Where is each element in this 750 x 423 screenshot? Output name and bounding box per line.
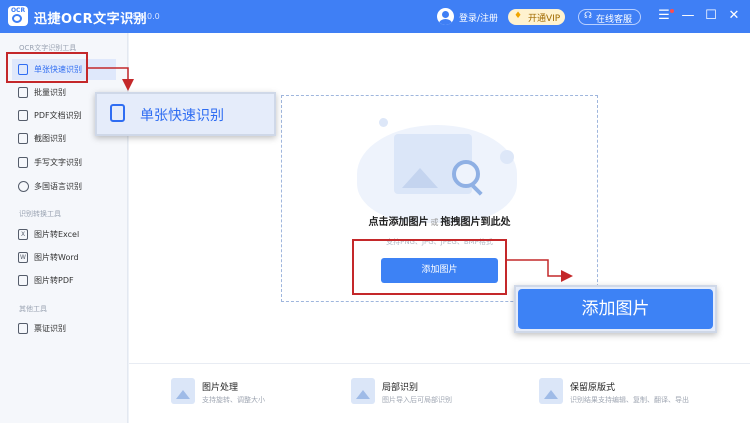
headset-icon: ☊ [584, 11, 592, 21]
user-avatar-icon[interactable] [437, 8, 454, 25]
feature-title: 图片处理 [202, 383, 239, 393]
feature-desc: 识别结果支持编辑、复制、翻译、导出 [570, 396, 689, 404]
sidebar-item-ticket[interactable]: 票证识别 [12, 318, 116, 339]
partial-select-icon [351, 378, 375, 404]
layout-icon [539, 378, 563, 404]
magnifier-icon [452, 160, 480, 188]
maximize-icon[interactable]: ☐ [703, 8, 719, 24]
image-process-icon [171, 378, 195, 404]
diamond-icon: ♦ [514, 11, 523, 21]
callout-label: 单张快速识别 [140, 108, 224, 124]
sidebar-item-excel[interactable]: X 图片转Excel [12, 224, 116, 245]
globe-icon [18, 181, 29, 192]
app-version: v8.6.0.0 [127, 12, 160, 21]
sidebar-item-label: 批量识别 [34, 88, 66, 97]
sidebar-item-label: 图片转PDF [34, 276, 74, 285]
drop-title-drag: 拖拽图片到此处 [440, 217, 511, 228]
feature-desc: 支持旋转、调整大小 [202, 396, 265, 404]
logo-ring-icon [12, 14, 22, 23]
word-icon: W [18, 252, 28, 263]
feature-desc: 图片导入后可局部识别 [382, 396, 452, 404]
logo-text: OCR [10, 7, 26, 14]
pdf-doc-icon [18, 110, 28, 121]
drop-title: 点击添加图片或拖拽图片到此处 [281, 213, 598, 228]
vip-label: 开通VIP [528, 14, 561, 24]
sidebar-item-multilang[interactable]: 多国语言识别 [12, 176, 116, 197]
batch-icon [18, 87, 28, 98]
handwriting-icon [18, 157, 28, 168]
sidebar-item-label: 截图识别 [34, 134, 66, 143]
app-logo: OCR [8, 6, 28, 26]
notification-dot [670, 9, 674, 13]
sidebar-item-handwriting[interactable]: 手写文字识别 [12, 152, 116, 173]
title-bar: OCR 迅捷OCR文字识别 v8.6.0.0 登录/注册 ♦ 开通VIP ☊ 在… [0, 0, 750, 33]
sidebar-item-topdf[interactable]: 图片转PDF [12, 270, 116, 291]
sidebar-item-word[interactable]: W 图片转Word [12, 247, 116, 268]
crop-icon [18, 133, 28, 144]
section-title-other: 其他工具 [19, 305, 47, 313]
drop-title-or: 或 [430, 218, 439, 227]
highlight-box-add [352, 239, 507, 295]
callout-add-button: 添加图片 [518, 289, 713, 329]
feature-title: 局部识别 [382, 383, 419, 393]
feature-title: 保留原版式 [570, 383, 616, 393]
highlight-box-sidebar [6, 52, 88, 83]
section-title-convert: 识别转换工具 [19, 210, 61, 218]
close-icon[interactable]: ✕ [726, 8, 742, 24]
excel-icon: X [18, 229, 28, 240]
sidebar-item-label: 多国语言识别 [34, 182, 82, 191]
mountain-icon [402, 168, 438, 188]
minimize-icon[interactable]: — [680, 8, 696, 24]
pdf-icon [18, 275, 28, 286]
sidebar-item-label: 票证识别 [34, 324, 66, 333]
callout-add-image: 添加图片 [514, 285, 717, 333]
drop-title-click: 点击添加图片 [368, 217, 429, 228]
single-scan-icon [110, 104, 125, 122]
ticket-icon [18, 323, 28, 334]
sidebar-item-label: 手写文字识别 [34, 158, 82, 167]
login-register-link[interactable]: 登录/注册 [459, 11, 498, 24]
sidebar-item-label: 图片转Word [34, 253, 79, 262]
feature-footer: 图片处理 支持旋转、调整大小 局部识别 图片导入后可局部识别 保留原版式 识别结… [129, 363, 750, 423]
online-service-button[interactable]: ☊ 在线客服 [578, 9, 641, 25]
illustration-planet [500, 150, 514, 164]
sidebar-item-label: PDF文档识别 [34, 111, 82, 120]
callout-single-recognition: 单张快速识别 [95, 92, 276, 136]
illustration-planet [379, 118, 388, 127]
service-label: 在线客服 [596, 15, 633, 25]
sidebar-item-label: 图片转Excel [34, 230, 80, 239]
vip-button[interactable]: ♦ 开通VIP [508, 9, 565, 25]
